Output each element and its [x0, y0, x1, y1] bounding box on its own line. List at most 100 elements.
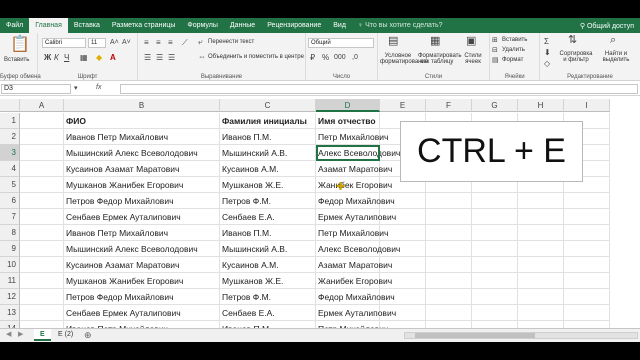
- cell[interactable]: [564, 273, 610, 289]
- column-header-e[interactable]: E: [380, 99, 426, 112]
- ribbon-tab-1[interactable]: Главная: [29, 18, 68, 33]
- cell[interactable]: [380, 305, 426, 321]
- row-header[interactable]: 14: [0, 321, 20, 328]
- ribbon-tab-7[interactable]: Вид: [327, 18, 352, 33]
- active-cell[interactable]: Алекс Всеволодович: [316, 145, 400, 161]
- cell[interactable]: [426, 257, 472, 273]
- cell-styles-button[interactable]: Стили ячеек: [460, 53, 486, 65]
- next-sheet-icon[interactable]: ▶: [18, 330, 23, 338]
- cell[interactable]: [518, 209, 564, 225]
- cell[interactable]: Жанибек Егорович: [316, 273, 392, 289]
- cell[interactable]: Петров Федор Михайлович: [64, 193, 220, 209]
- find-select-button[interactable]: Найти и выделить: [598, 51, 634, 63]
- cell[interactable]: Иванов Петр Михайлович: [64, 225, 220, 241]
- cell[interactable]: [472, 193, 518, 209]
- cell[interactable]: [20, 241, 64, 257]
- cell[interactable]: Ермек Ауталипович: [316, 209, 396, 225]
- cell[interactable]: [518, 193, 564, 209]
- cell[interactable]: [380, 209, 426, 225]
- cell[interactable]: [518, 305, 564, 321]
- cell[interactable]: Иванов П.М.: [220, 321, 316, 328]
- align-right-icon[interactable]: ☰: [168, 53, 175, 63]
- row-header[interactable]: 2: [0, 129, 20, 145]
- row-header[interactable]: 12: [0, 289, 20, 305]
- cell[interactable]: Сенбаев Е.А.: [220, 209, 316, 225]
- cell[interactable]: Федор Михайлович: [316, 193, 395, 209]
- align-middle-icon[interactable]: ≡: [156, 38, 161, 48]
- cell[interactable]: Иванов Петр Михайлович: [64, 321, 220, 328]
- fill-color-icon[interactable]: ◆: [96, 53, 102, 63]
- cell[interactable]: [426, 289, 472, 305]
- merge-center-icon[interactable]: ⇔: [198, 52, 206, 62]
- column-header-f[interactable]: F: [426, 99, 472, 112]
- cell[interactable]: [20, 145, 64, 161]
- cell[interactable]: [472, 241, 518, 257]
- cell[interactable]: Петров Федор Михайлович: [64, 289, 220, 305]
- scroll-thumb[interactable]: [415, 333, 535, 338]
- cell[interactable]: Азамат Маратович: [316, 257, 392, 273]
- cell[interactable]: [426, 321, 472, 328]
- cell[interactable]: [20, 273, 64, 289]
- cell[interactable]: [426, 273, 472, 289]
- cell[interactable]: [564, 193, 610, 209]
- sort-filter-button[interactable]: Сортировка и фильтр: [558, 51, 594, 63]
- cell[interactable]: Петров Ф.М.: [220, 193, 316, 209]
- conditional-formatting-icon[interactable]: ▤: [388, 36, 398, 47]
- ribbon-tab-6[interactable]: Рецензирование: [261, 18, 327, 33]
- formula-input[interactable]: [120, 84, 638, 94]
- cell[interactable]: [380, 321, 426, 328]
- format-table-icon[interactable]: ▦: [430, 36, 440, 47]
- percent-icon[interactable]: %: [322, 53, 329, 63]
- row-header[interactable]: 6: [0, 193, 20, 209]
- cell[interactable]: [380, 193, 426, 209]
- add-sheet-icon[interactable]: ⊕: [84, 329, 92, 341]
- sheet-tab-e[interactable]: E: [34, 329, 51, 341]
- cell[interactable]: [472, 305, 518, 321]
- cell[interactable]: Азамат Маратович: [316, 161, 392, 177]
- format-cells-icon[interactable]: ▤: [492, 56, 499, 66]
- column-header-c[interactable]: C: [220, 99, 316, 112]
- autosum-icon[interactable]: Σ: [544, 37, 549, 47]
- row-header[interactable]: 9: [0, 241, 20, 257]
- format-table-button[interactable]: Форматировать как таблицу: [418, 53, 462, 65]
- font-color-icon[interactable]: A: [110, 53, 116, 63]
- horizontal-scrollbar[interactable]: [404, 332, 638, 339]
- cell[interactable]: [518, 257, 564, 273]
- bold-button[interactable]: Ж: [44, 53, 51, 63]
- cell[interactable]: [518, 241, 564, 257]
- cell[interactable]: Иванов П.М.: [220, 225, 316, 241]
- flash-fill-icon[interactable]: ✚: [336, 180, 345, 193]
- cell[interactable]: [20, 321, 64, 328]
- cell[interactable]: Мышинский А.В.: [220, 241, 316, 257]
- wrap-text-button[interactable]: Перенести текст: [208, 39, 254, 45]
- cell[interactable]: Мушканов Жанибек Егорович: [64, 177, 220, 193]
- cell[interactable]: [380, 241, 426, 257]
- shrink-font-icon[interactable]: A˅: [122, 38, 131, 48]
- share-button[interactable]: ⚲ Общий доступ: [580, 22, 640, 30]
- column-header-d[interactable]: D: [316, 99, 380, 112]
- cell[interactable]: [472, 257, 518, 273]
- cell-styles-icon[interactable]: ▣: [466, 36, 476, 47]
- cell[interactable]: [380, 257, 426, 273]
- cell[interactable]: Сенбаев Е.А.: [220, 305, 316, 321]
- delete-cells-icon[interactable]: ⊟: [492, 46, 498, 56]
- cell[interactable]: [518, 225, 564, 241]
- cell[interactable]: Иванов П.М.: [220, 129, 316, 145]
- sort-filter-icon[interactable]: ⇅: [568, 35, 577, 46]
- align-bottom-icon[interactable]: ≡: [168, 38, 173, 48]
- cell[interactable]: Петр Михайлович: [316, 129, 388, 145]
- ribbon-tab-3[interactable]: Разметка страницы: [106, 18, 182, 33]
- row-header[interactable]: 8: [0, 225, 20, 241]
- row-header[interactable]: 11: [0, 273, 20, 289]
- decimal-icon[interactable]: ,0: [352, 53, 358, 63]
- column-header-i[interactable]: I: [564, 99, 610, 112]
- cell[interactable]: Мушканов Ж.Е.: [220, 273, 316, 289]
- cell[interactable]: Кусаинов А.М.: [220, 257, 316, 273]
- ribbon-tab-0[interactable]: Файл: [0, 18, 29, 33]
- clear-icon[interactable]: ◇: [544, 59, 550, 69]
- cell[interactable]: Мышинский Алекс Всеволодович: [64, 145, 220, 161]
- cell[interactable]: Ермек Ауталипович: [316, 305, 396, 321]
- row-header[interactable]: 13: [0, 305, 20, 321]
- conditional-formatting-button[interactable]: Условное форматирование: [380, 53, 428, 65]
- ribbon-tab-2[interactable]: Вставка: [68, 18, 106, 33]
